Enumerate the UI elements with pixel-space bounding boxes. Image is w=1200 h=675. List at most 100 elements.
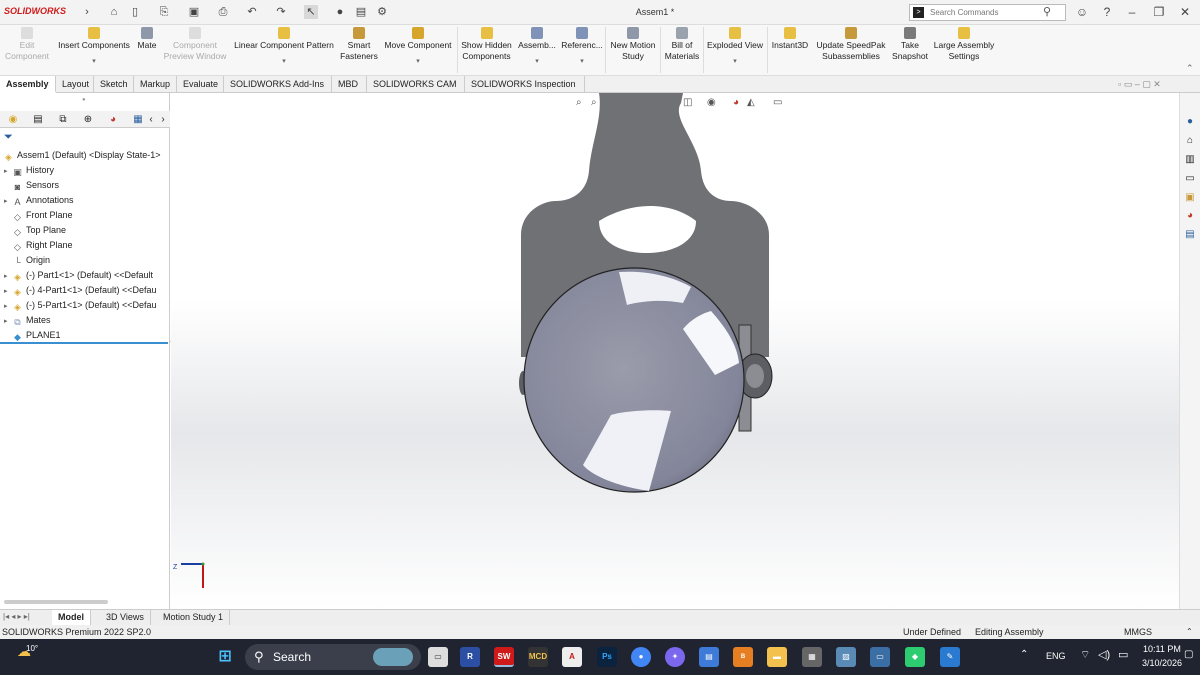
redo-icon[interactable]: ↷ xyxy=(274,5,288,19)
tree-item[interactable]: ▸ ◈ (-) 5-Part1<1> (Default) <<Defau xyxy=(0,298,168,313)
linear-component-pattern-button[interactable]: Linear Component Pattern ▾ xyxy=(230,27,338,65)
help-icon[interactable]: ? xyxy=(1098,5,1116,19)
notepad-app-icon[interactable]: ▤ xyxy=(699,647,719,667)
file-explorer-app-icon[interactable]: ▬ xyxy=(767,647,787,667)
configuration-manager-tab-icon[interactable]: ⧉ xyxy=(56,113,70,126)
print-icon[interactable]: ⎙ xyxy=(216,5,230,19)
remote-desktop-app-icon[interactable]: ▭ xyxy=(870,647,890,667)
tree-item[interactable]: ▸ ▣ History xyxy=(0,163,168,178)
paint-app-icon[interactable]: ✎ xyxy=(940,647,960,667)
expand-arrow-icon[interactable]: ▸ xyxy=(4,299,12,313)
save-icon[interactable]: ▣ xyxy=(187,5,201,19)
start-windows-icon[interactable]: ⊞ xyxy=(215,647,235,667)
home-icon[interactable]: ⌂ xyxy=(107,5,121,19)
bluestacks-app-icon[interactable]: ◆ xyxy=(905,647,925,667)
tab-solidworks-cam[interactable]: SOLIDWORKS CAM xyxy=(367,76,465,93)
tab-assembly[interactable]: Assembly xyxy=(0,76,56,93)
chevron-down-icon[interactable]: ▾ xyxy=(381,58,455,65)
update-speedpak-button[interactable]: Update SpeedPak Subassemblies xyxy=(813,27,889,62)
mate-button[interactable]: Mate xyxy=(134,27,160,51)
expand-arrow-icon[interactable]: ▸ xyxy=(4,269,12,283)
undo-icon[interactable]: ↶ xyxy=(245,5,259,19)
volume-icon[interactable]: ◁) xyxy=(1098,648,1110,661)
status-customize-icon[interactable]: ⌃ xyxy=(1186,625,1193,639)
chevron-down-icon[interactable]: ▾ xyxy=(55,58,133,65)
design-library-icon[interactable]: ▥ xyxy=(1183,153,1197,167)
chevron-down-icon[interactable]: ▾ xyxy=(230,58,338,65)
tree-item[interactable]: ▸ ◈ (-) Part1<1> (Default) <<Default xyxy=(0,268,168,283)
custom-properties-icon[interactable]: ▤ xyxy=(1183,228,1197,242)
property-manager-tab-icon[interactable]: ▤ xyxy=(31,113,45,126)
blender-app-icon[interactable]: B xyxy=(733,647,753,667)
collapse-ribbon-icon[interactable]: ⌃ xyxy=(1186,63,1194,74)
tree-item[interactable]: ◇ Right Plane xyxy=(0,238,168,253)
filter-icon[interactable]: ⏷ xyxy=(4,131,13,144)
tab-solidworks-inspection[interactable]: SOLIDWORKS Inspection xyxy=(465,76,585,93)
tree-item[interactable]: ◇ Top Plane xyxy=(0,223,168,238)
tree-item[interactable]: ▸ ⧉ Mates xyxy=(0,313,168,328)
rebuild-icon[interactable]: ● xyxy=(333,5,347,19)
reference-geometry-button[interactable]: Referenc... ▾ xyxy=(560,27,604,65)
autocad-app-icon[interactable]: A xyxy=(562,647,582,667)
revit-app-icon[interactable]: R xyxy=(460,647,480,667)
open-icon[interactable]: ⎘ xyxy=(157,5,171,19)
new-document-icon[interactable]: ▯ xyxy=(128,5,142,19)
tab-mbd[interactable]: MBD xyxy=(332,76,367,93)
panel-grip-icon[interactable]: ● xyxy=(82,97,86,103)
exploded-view-button[interactable]: Exploded View ▾ xyxy=(705,27,765,65)
large-assembly-settings-button[interactable]: Large Assembly Settings xyxy=(931,27,997,62)
window-tile-icon[interactable]: ▫ ▭ – ▢ ✕ xyxy=(1118,79,1161,90)
dimxpert-tab-icon[interactable]: ⊕ xyxy=(81,113,95,126)
tree-item[interactable]: ▸ A Annotations xyxy=(0,193,168,208)
calculator-app-icon[interactable]: ▦ xyxy=(802,647,822,667)
tab-layout[interactable]: Layout xyxy=(56,76,94,93)
move-component-button[interactable]: Move Component ▾ xyxy=(381,27,455,65)
instant3d-button[interactable]: Instant3D xyxy=(769,27,811,51)
tab-evaluate[interactable]: Evaluate xyxy=(177,76,224,93)
chevron-down-icon[interactable]: ▾ xyxy=(516,58,558,65)
user-icon[interactable]: ☺ xyxy=(1073,5,1091,19)
pin-icon[interactable]: › xyxy=(80,5,94,19)
edit-component-button[interactable]: Edit Component xyxy=(4,27,50,62)
expand-arrow-icon[interactable]: ▸ xyxy=(4,164,12,178)
chevron-down-icon[interactable]: ▾ xyxy=(560,58,604,65)
wifi-icon[interactable]: ⌔ xyxy=(1080,648,1090,662)
assembly-features-button[interactable]: Assemb... ▾ xyxy=(516,27,558,65)
chevron-down-icon[interactable]: ▾ xyxy=(705,58,765,65)
rollback-bar[interactable] xyxy=(0,342,168,344)
photoshop-app-icon[interactable]: Ps xyxy=(597,647,617,667)
expand-arrow-icon[interactable]: ▸ xyxy=(4,314,12,328)
photos-app-icon[interactable]: ▨ xyxy=(836,647,856,667)
tab-scroll-arrows-icon[interactable]: |◂ ◂ ▸ ▸| xyxy=(3,612,30,621)
mcd-app-icon[interactable]: MCD xyxy=(528,647,548,667)
model-graphics[interactable]: Z xyxy=(171,93,1179,609)
display-manager-tab-icon[interactable]: ◕ xyxy=(106,113,120,126)
home-icon[interactable]: ⌂ xyxy=(1183,134,1197,148)
minimize-icon[interactable]: – xyxy=(1123,5,1141,19)
view-palette-icon[interactable]: ▣ xyxy=(1183,191,1197,205)
tab-3d-views[interactable]: 3D Views xyxy=(100,610,151,626)
tree-item[interactable]: ◙ Sensors xyxy=(0,178,168,193)
language-indicator[interactable]: ENG xyxy=(1046,651,1066,661)
solidworks-resources-icon[interactable]: ● xyxy=(1183,115,1197,129)
options-gear-icon[interactable]: ⚙ xyxy=(375,5,389,19)
insert-components-button[interactable]: Insert Components ▾ xyxy=(55,27,133,65)
close-icon[interactable]: ✕ xyxy=(1176,5,1194,19)
search-commands-input[interactable]: > Search Commands ⚲ xyxy=(909,4,1066,21)
expand-arrow-icon[interactable]: ▸ xyxy=(4,284,12,298)
tab-markup[interactable]: Markup xyxy=(134,76,177,93)
chrome-app-icon[interactable]: ● xyxy=(631,647,651,667)
file-explorer-icon[interactable]: ▭ xyxy=(1183,172,1197,186)
tree-item[interactable]: ◆ PLANE1 xyxy=(0,328,168,343)
tree-item[interactable]: ◇ Front Plane xyxy=(0,208,168,223)
taskbar-search[interactable]: ⚲ Search xyxy=(245,644,421,670)
smart-fasteners-button[interactable]: Smart Fasteners xyxy=(338,27,380,62)
task-view-icon[interactable]: ▭ xyxy=(428,647,448,667)
component-preview-window-button[interactable]: Component Preview Window xyxy=(160,27,230,62)
select-icon[interactable]: ↖ xyxy=(304,5,318,19)
take-snapshot-button[interactable]: Take Snapshot xyxy=(890,27,930,62)
tab-motion-study[interactable]: Motion Study 1 xyxy=(157,610,231,626)
tree-item[interactable]: └ Origin xyxy=(0,253,168,268)
file-properties-icon[interactable]: ▤ xyxy=(354,5,368,19)
tree-item[interactable]: ▸ ◈ (-) 4-Part1<1> (Default) <<Defau xyxy=(0,283,168,298)
